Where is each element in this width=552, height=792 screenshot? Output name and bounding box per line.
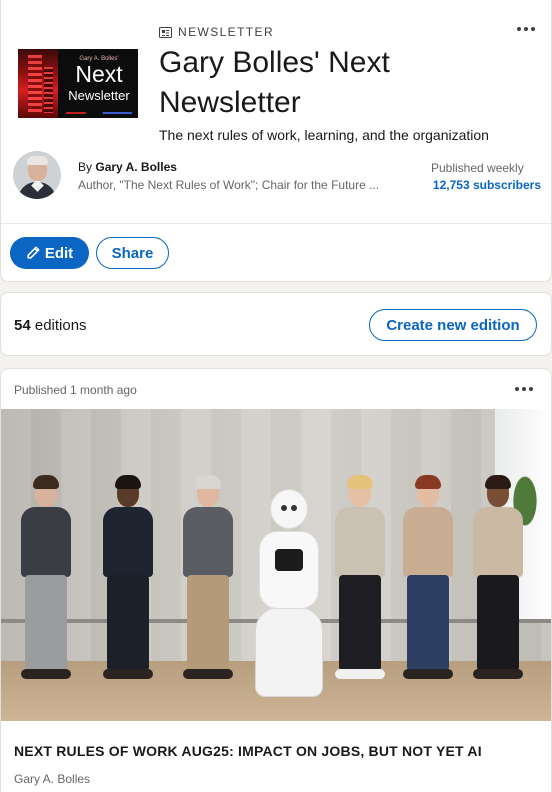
newsletter-header-card: Gary A. Bolles' Next Newsletter NEWSLETT… [0, 0, 552, 282]
author-byline: By Gary A. Bolles [78, 160, 177, 174]
logo-big-text: Next [75, 61, 123, 87]
edition-post-card[interactable]: Published 1 month ago NEXT RULES OF WORK… [0, 368, 552, 792]
more-options-icon[interactable] [511, 19, 541, 39]
publish-frequency: Published weekly [431, 161, 524, 175]
editions-card: 54 editions Create new edition [0, 292, 552, 356]
newsletter-tag: NEWSLETTER [159, 25, 274, 39]
newsletter-tagline: The next rules of work, learning, and th… [159, 127, 489, 143]
divider [1, 223, 551, 224]
newsletter-logo: Gary A. Bolles' Next Newsletter [18, 49, 138, 118]
author-row: By Gary A. Bolles Author, "The Next Rule… [13, 151, 541, 201]
create-new-edition-button[interactable]: Create new edition [369, 309, 537, 341]
newsletter-title: Gary Bolles' Next Newsletter [159, 46, 390, 119]
author-name-link[interactable]: Gary A. Bolles [95, 160, 177, 174]
newsletter-icon [159, 26, 172, 38]
post-hero-image[interactable] [1, 409, 551, 721]
editions-count: 54 editions [14, 317, 87, 334]
by-prefix: By [78, 160, 93, 174]
edit-button-label: Edit [44, 244, 74, 262]
share-button[interactable]: Share [96, 237, 169, 269]
edit-button[interactable]: Edit [10, 237, 89, 269]
logo-mid-text: Newsletter [68, 88, 130, 103]
share-button-label: Share [111, 244, 154, 262]
logo-footer-stripe [66, 112, 132, 114]
post-author: Gary A. Bolles [14, 772, 91, 786]
create-new-edition-label: Create new edition [386, 316, 520, 334]
logo-tower-graphic [18, 49, 58, 118]
author-avatar[interactable] [13, 151, 61, 199]
editions-label: editions [34, 317, 87, 334]
author-headline: Author, "The Next Rules of Work"; Chair … [78, 178, 378, 192]
pencil-icon [27, 246, 40, 259]
more-options-icon[interactable] [509, 379, 539, 399]
newsletter-label: NEWSLETTER [178, 25, 275, 39]
subscriber-count-link[interactable]: 12,753 subscribers [433, 178, 541, 192]
editions-number: 54 [14, 317, 31, 334]
published-time: Published 1 month ago [14, 383, 137, 397]
post-title-link[interactable]: NEXT RULES OF WORK AUG25: IMPACT ON JOBS… [14, 743, 482, 759]
robot-figure [247, 489, 331, 697]
